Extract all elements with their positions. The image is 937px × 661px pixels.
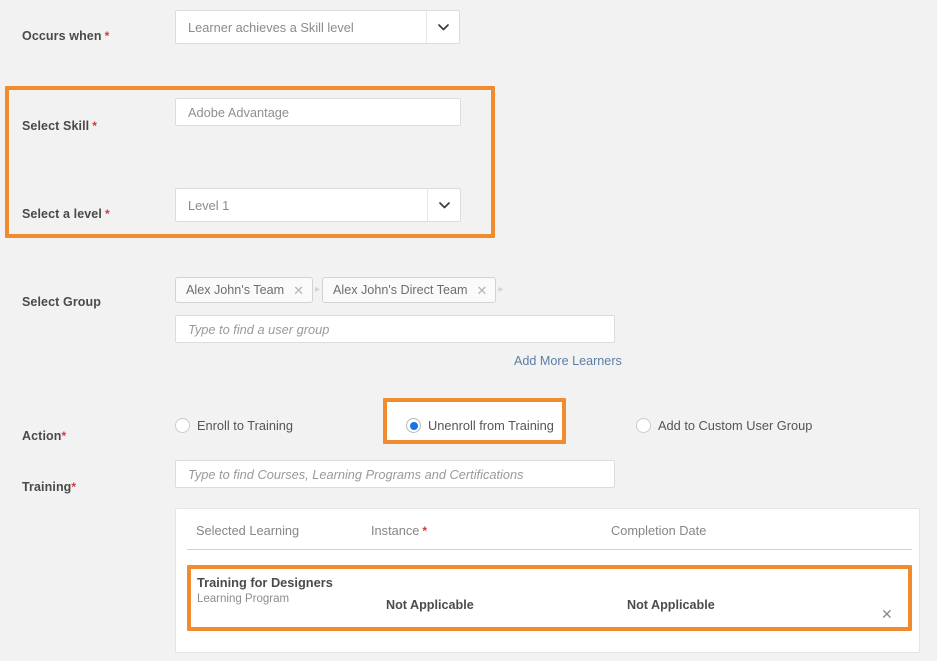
required-asterisk: * bbox=[105, 29, 110, 43]
column-header-selected-learning: Selected Learning bbox=[196, 523, 299, 538]
required-asterisk: * bbox=[422, 524, 427, 538]
column-header-instance: Instance* bbox=[371, 523, 427, 538]
required-asterisk: * bbox=[92, 119, 97, 133]
field-row-action: Action* bbox=[22, 429, 66, 443]
training-search-placeholder: Type to find Courses, Learning Programs … bbox=[176, 467, 536, 482]
group-tag[interactable]: Alex John's Team ✕ bbox=[175, 277, 313, 303]
chevron-down-icon[interactable] bbox=[427, 189, 460, 221]
occurs-when-select[interactable]: Learner achieves a Skill level bbox=[175, 10, 460, 44]
radio-icon[interactable] bbox=[636, 418, 651, 433]
row-instance-value: Not Applicable bbox=[386, 598, 474, 612]
training-search-input[interactable]: Type to find Courses, Learning Programs … bbox=[175, 460, 615, 488]
field-row-select-group: Select Group bbox=[22, 295, 101, 309]
radio-icon-selected[interactable] bbox=[406, 418, 421, 433]
field-row-training: Training* bbox=[22, 480, 76, 494]
radio-option-enroll-to-training[interactable]: Enroll to Training bbox=[175, 418, 293, 433]
label-select-level: Select a level* bbox=[22, 207, 110, 221]
occurs-when-value: Learner achieves a Skill level bbox=[176, 20, 426, 35]
settings-form-page: Occurs when* Learner achieves a Skill le… bbox=[0, 0, 937, 661]
group-tag-label: Alex John's Direct Team bbox=[333, 283, 467, 297]
row-training-title: Training for Designers bbox=[197, 575, 333, 590]
required-asterisk: * bbox=[62, 429, 67, 443]
field-row-select-level: Select a level* bbox=[22, 207, 110, 221]
select-skill-input[interactable]: Adobe Advantage bbox=[175, 98, 461, 126]
table-row[interactable]: Training for Designers Learning Program … bbox=[187, 565, 912, 631]
required-asterisk: * bbox=[105, 207, 110, 221]
chevron-right-icon: ▸ bbox=[315, 285, 320, 295]
group-tag[interactable]: Alex John's Direct Team ✕ bbox=[322, 277, 496, 303]
chevron-down-icon[interactable] bbox=[426, 11, 459, 43]
radio-icon[interactable] bbox=[175, 418, 190, 433]
user-group-search-input[interactable]: Type to find a user group bbox=[175, 315, 615, 343]
radio-label: Add to Custom User Group bbox=[658, 418, 812, 433]
selected-training-table: Selected Learning Instance* Completion D… bbox=[175, 508, 920, 653]
label-select-group: Select Group bbox=[22, 295, 101, 309]
select-level-value: Level 1 bbox=[176, 198, 427, 213]
radio-option-unenroll-from-training[interactable]: Unenroll from Training bbox=[406, 418, 554, 433]
chevron-right-icon: ▸ bbox=[498, 285, 503, 295]
group-tag-label: Alex John's Team bbox=[186, 283, 284, 297]
label-training: Training* bbox=[22, 480, 76, 494]
user-group-search-placeholder: Type to find a user group bbox=[176, 322, 341, 337]
required-asterisk: * bbox=[71, 480, 76, 494]
radio-option-add-to-custom-user-group[interactable]: Add to Custom User Group bbox=[636, 418, 812, 433]
label-select-skill: Select Skill* bbox=[22, 119, 97, 133]
row-training-type: Learning Program bbox=[197, 593, 289, 605]
label-occurs-when: Occurs when* bbox=[22, 29, 109, 43]
selected-group-tags: Alex John's Team ✕ ▸ Alex John's Direct … bbox=[175, 277, 505, 303]
close-icon[interactable]: ✕ bbox=[476, 284, 487, 297]
close-icon[interactable]: ✕ bbox=[293, 284, 304, 297]
row-completion-date-value: Not Applicable bbox=[627, 598, 715, 612]
radio-label: Unenroll from Training bbox=[428, 418, 554, 433]
close-icon[interactable]: ✕ bbox=[881, 607, 893, 621]
select-level-dropdown[interactable]: Level 1 bbox=[175, 188, 461, 222]
label-action: Action* bbox=[22, 429, 66, 443]
add-more-learners-link[interactable]: Add More Learners bbox=[514, 354, 622, 368]
table-header-divider bbox=[187, 549, 912, 550]
radio-label: Enroll to Training bbox=[197, 418, 293, 433]
field-row-occurs-when: Occurs when* bbox=[22, 29, 109, 43]
select-skill-value: Adobe Advantage bbox=[176, 105, 301, 120]
column-header-completion-date: Completion Date bbox=[611, 523, 706, 538]
field-row-select-skill: Select Skill* bbox=[22, 119, 97, 133]
